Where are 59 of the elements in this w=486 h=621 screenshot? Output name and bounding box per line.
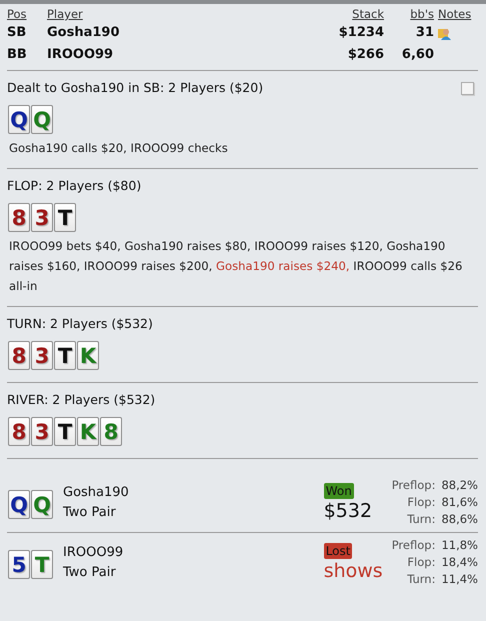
playing-card: Q xyxy=(31,490,53,519)
playing-card: K xyxy=(77,341,99,370)
equity-label: Turn: xyxy=(406,511,436,528)
playing-card: 8 xyxy=(8,417,30,446)
position-cell-text: SB xyxy=(7,24,28,42)
playing-card: 8 xyxy=(8,203,30,232)
playing-card: Q xyxy=(31,105,53,134)
playing-card: 3 xyxy=(31,203,53,232)
result-badge: Won xyxy=(324,482,354,498)
column-header[interactable]: Pos xyxy=(7,6,47,22)
equity-label: Preflop: xyxy=(392,537,436,554)
playing-card: T xyxy=(31,550,53,579)
player-name: Gosha190 xyxy=(63,484,130,502)
note-icon[interactable] xyxy=(461,82,474,94)
playing-card: 8 xyxy=(8,341,30,370)
playing-card: 5 xyxy=(8,550,30,579)
playing-card: 3 xyxy=(31,417,53,446)
player-cell-text: Gosha190 xyxy=(47,24,121,42)
column-header[interactable]: Player xyxy=(47,6,308,22)
equity-value: 88,2% xyxy=(441,477,478,494)
result-amount: $532 xyxy=(324,498,372,522)
equity-label: Flop: xyxy=(406,554,436,571)
street-title: Dealt to Gosha190 in SB: 2 Players ($20) xyxy=(7,79,264,97)
player-cell-text: IROOO99 xyxy=(47,46,114,64)
action-text: IROOO99 bets $40, Gosha190 raises $80, IROOO99 raises $120, Gosha190 raises $160, IROOO99 raises $200, Gosha190 raises $240, IROOO99 calls $26 all-in xyxy=(9,238,464,295)
column-header[interactable]: bb's xyxy=(388,6,438,22)
street-title: FLOP: 2 Players ($80) xyxy=(7,177,142,195)
hand-rank: Two Pair xyxy=(63,564,117,582)
street-title: RIVER: 2 Players ($532) xyxy=(7,391,156,409)
equity-value: 11,8% xyxy=(441,537,478,554)
equity-value: 18,4% xyxy=(441,554,478,571)
playing-card: K xyxy=(77,417,99,446)
person-note-icon[interactable] xyxy=(438,26,452,40)
action-text: Gosha190 calls $20, IROOO99 checks xyxy=(9,140,229,157)
column-header[interactable]: Stack xyxy=(308,6,388,22)
bb-cell-text: 31 xyxy=(414,24,435,42)
playing-card: Q xyxy=(8,490,30,519)
playing-card: T xyxy=(54,341,76,370)
street-title: TURN: 2 Players ($532) xyxy=(7,315,153,333)
equity-value: 81,6% xyxy=(441,494,478,511)
bb-cell-text: 6,60 xyxy=(400,46,435,64)
playing-card: Q xyxy=(8,105,30,134)
equity-label: Flop: xyxy=(406,494,436,511)
playing-card: T xyxy=(54,417,76,446)
equity-label: Turn: xyxy=(406,571,436,588)
stack-cell-text: $1234 xyxy=(338,24,385,42)
equity-value: 11,4% xyxy=(441,571,478,588)
result-amount: shows xyxy=(324,558,383,582)
stack-cell-text: $266 xyxy=(346,46,385,64)
player-name: IROOO99 xyxy=(63,544,124,562)
column-header[interactable]: Notes xyxy=(438,6,478,22)
playing-card: 3 xyxy=(31,341,53,370)
equity-value: 88,6% xyxy=(441,511,478,528)
result-badge: Lost xyxy=(324,542,352,558)
hand-rank: Two Pair xyxy=(63,504,117,522)
playing-card: T xyxy=(54,203,76,232)
position-cell-text: BB xyxy=(7,46,28,64)
playing-card: 8 xyxy=(100,417,122,446)
equity-label: Preflop: xyxy=(392,477,436,494)
